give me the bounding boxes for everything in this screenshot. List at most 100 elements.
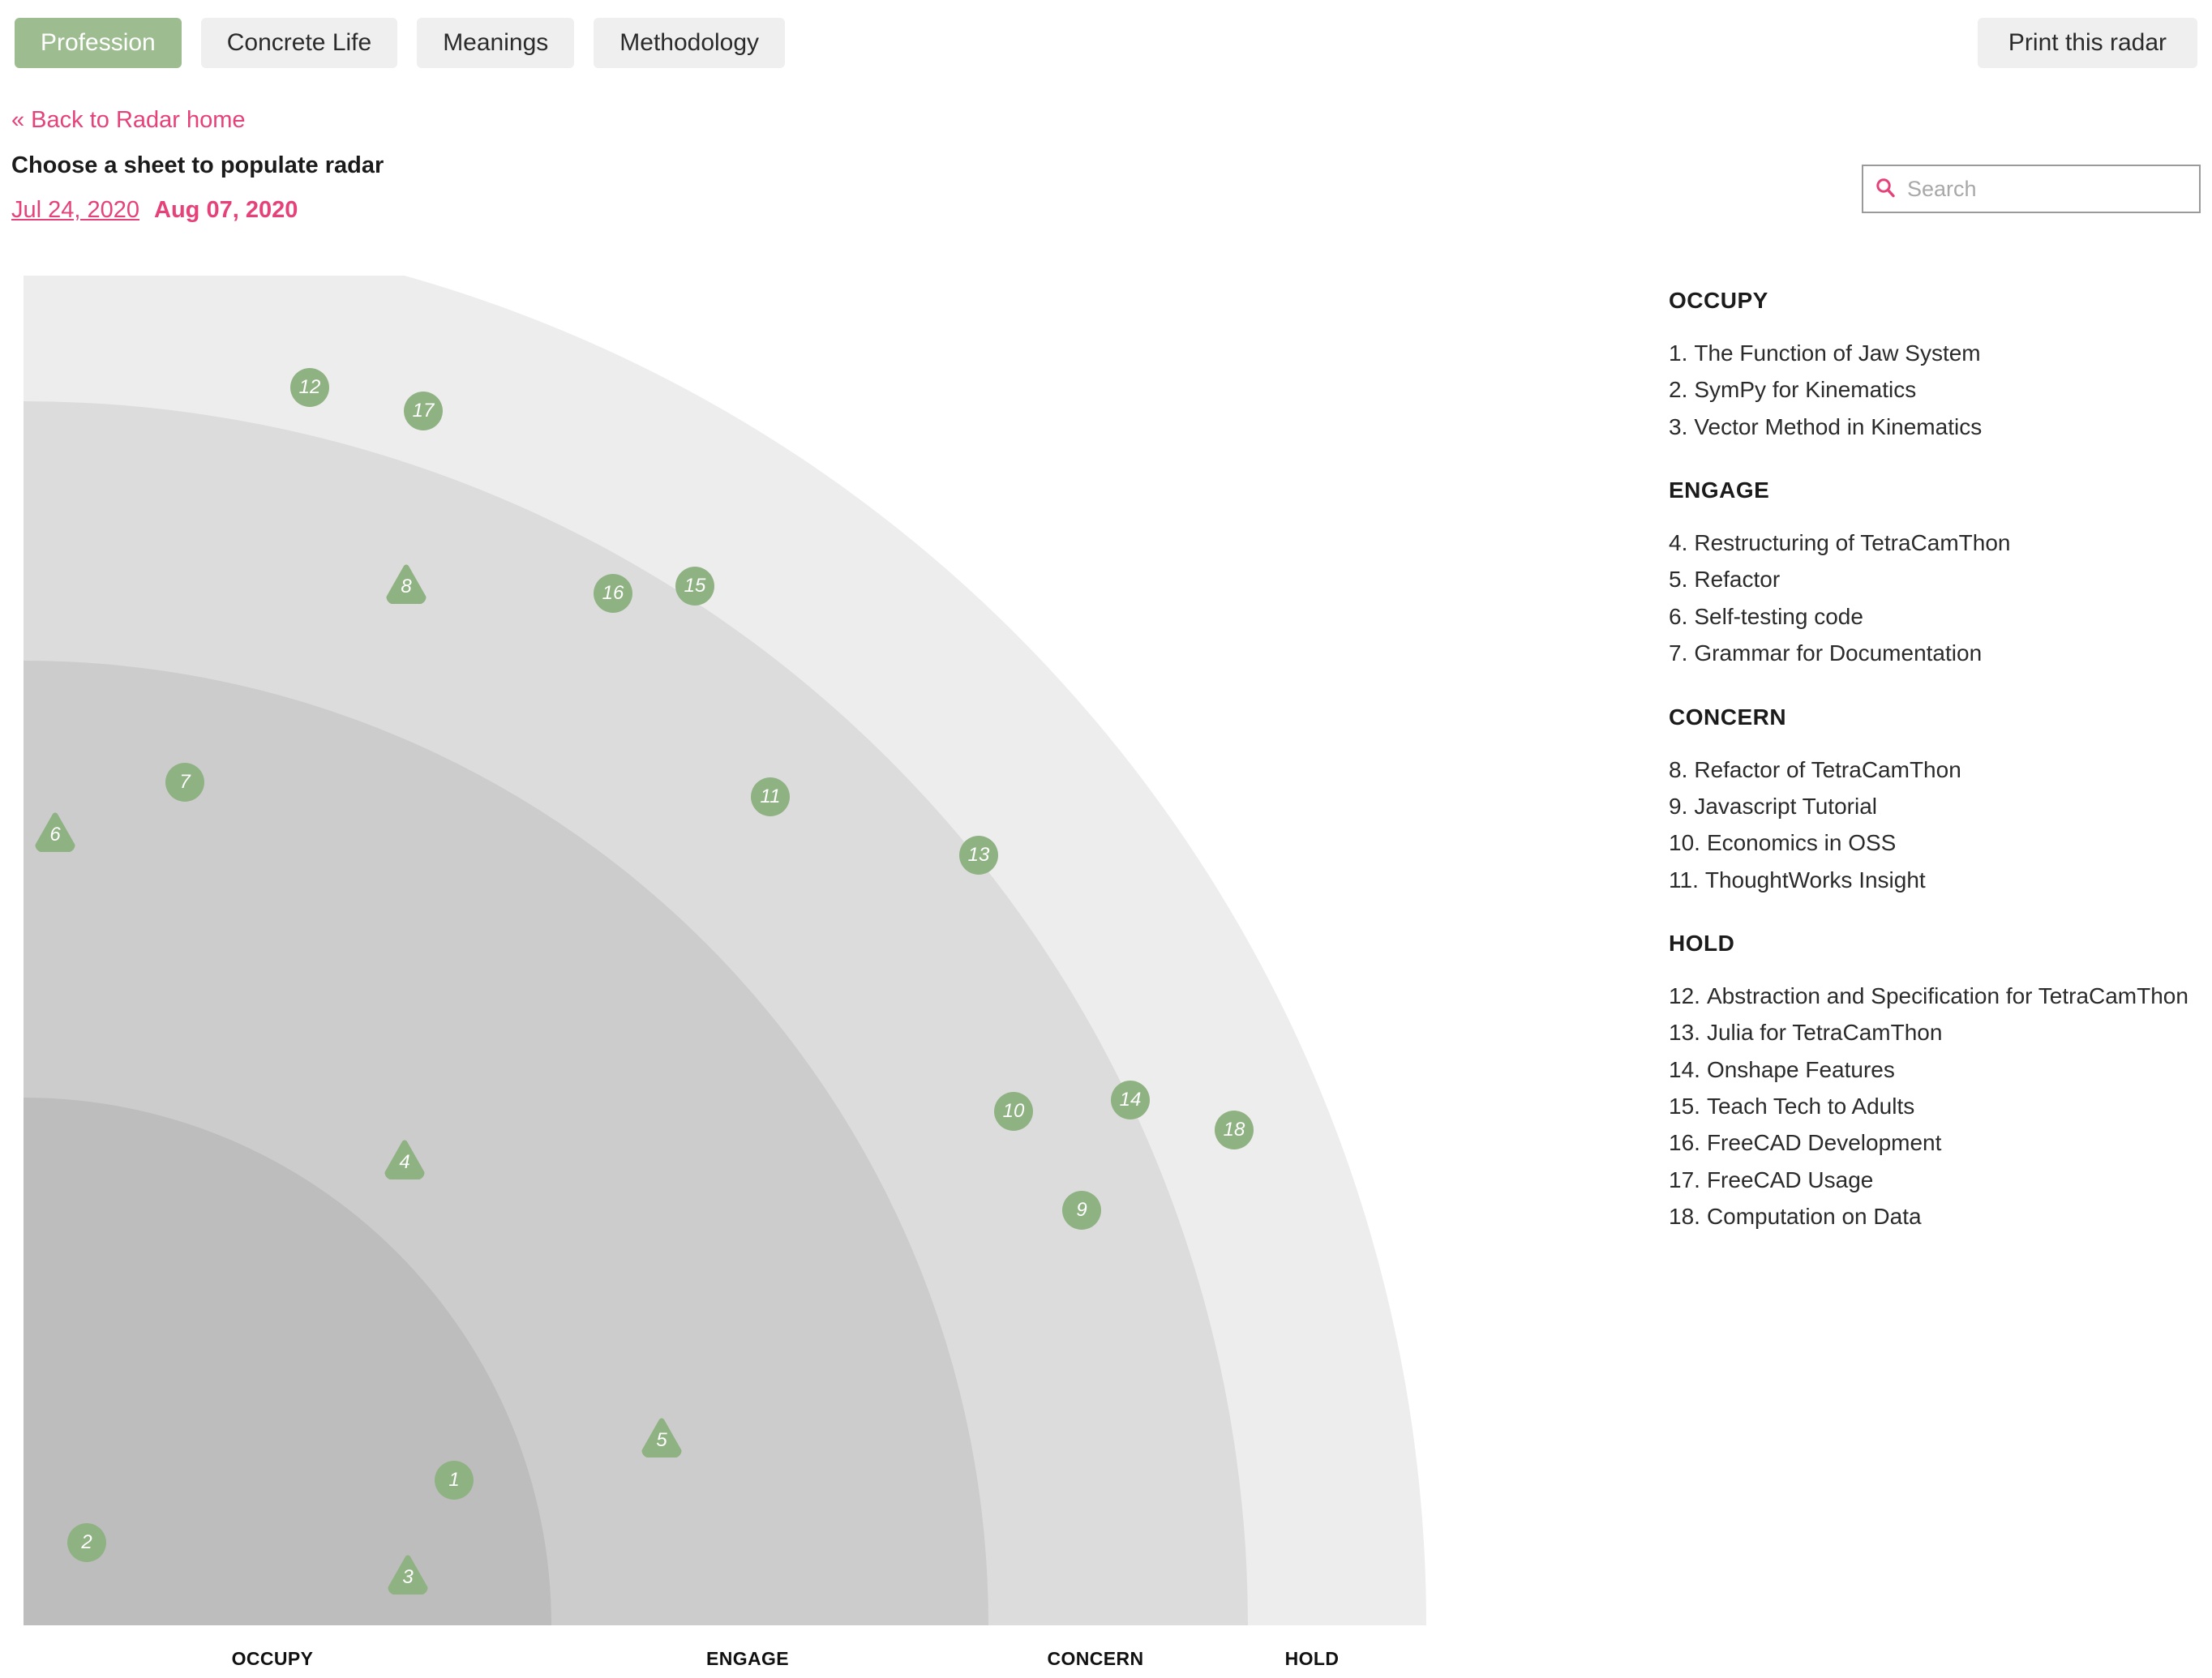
radar-blip-10[interactable]: 10 <box>993 1091 1034 1132</box>
triangle-blip-icon <box>388 1554 428 1595</box>
legend-item[interactable]: 13. Julia for TetraCamThon <box>1669 1014 2204 1051</box>
legend-item-label: Computation on Data <box>1707 1204 1922 1229</box>
sheet-tab-meanings[interactable]: Meanings <box>417 18 574 68</box>
radar-blip-15[interactable]: 15 <box>675 566 715 606</box>
legend-item[interactable]: 16.FreeCAD Development <box>1669 1124 2204 1161</box>
legend-item-index: 10. <box>1669 830 1700 855</box>
legend-item-index: 16. <box>1669 1130 1700 1155</box>
circle-blip-icon <box>165 762 205 803</box>
legend-group-concern: CONCERN 8.Refactor of TetraCamThon9.Javas… <box>1669 704 2204 898</box>
sheet-tab-profession[interactable]: Profession <box>15 18 182 68</box>
circle-blip-icon <box>289 367 330 408</box>
radar-blip-18[interactable]: 18 <box>1214 1110 1254 1150</box>
legend-item-label: Abstraction and Specification for TetraC… <box>1707 983 2188 1008</box>
print-radar-button[interactable]: Print this radar <box>1978 18 2197 68</box>
sheet-date-list: Jul 24, 2020Aug 07, 2020 <box>11 197 298 224</box>
radar-blip-6[interactable]: 6 <box>35 811 75 852</box>
circle-blip-icon <box>675 566 715 606</box>
legend-item[interactable]: 18. Computation on Data <box>1669 1198 2204 1235</box>
radar-blip-4[interactable]: 4 <box>384 1139 425 1179</box>
legend-item[interactable]: 3.Vector Method in Kinematics <box>1669 409 2204 445</box>
choose-sheet-prompt: Choose a sheet to populate radar <box>11 152 384 179</box>
legend-item-index: 11. <box>1669 867 1699 893</box>
sheet-date-link[interactable]: Jul 24, 2020 <box>11 197 139 224</box>
circle-blip-icon <box>1214 1110 1254 1150</box>
legend-item[interactable]: 4.Restructuring of TetraCamThon <box>1669 524 2204 561</box>
legend-item-index: 15. <box>1669 1094 1700 1119</box>
circle-blip-icon <box>958 835 999 875</box>
sheet-tab-list: Profession Concrete Life Meanings Methodolo… <box>0 0 785 68</box>
legend-item[interactable]: 14.Onshape Features <box>1669 1051 2204 1088</box>
search-input[interactable] <box>1905 176 2196 203</box>
legend-item[interactable]: 8.Refactor of TetraCamThon <box>1669 751 2204 788</box>
legend-item-index: 2. <box>1669 377 1687 402</box>
legend-item[interactable]: 6. Self-testing code <box>1669 598 2204 635</box>
legend-list: 1. The Function of Jaw System 2. SymPy for … <box>1669 335 2204 445</box>
radar-blip-16[interactable]: 16 <box>593 573 633 614</box>
legend-item[interactable]: 15.Teach Tech to Adults <box>1669 1088 2204 1124</box>
radar-blip-5[interactable]: 5 <box>641 1417 682 1458</box>
radar-blip-12[interactable]: 12 <box>289 367 330 408</box>
legend-item-label: The Function of Jaw System <box>1694 340 1980 366</box>
radar-blip-9[interactable]: 9 <box>1061 1190 1102 1231</box>
radar-blip-14[interactable]: 14 <box>1110 1080 1151 1120</box>
triangle-blip-icon <box>641 1417 682 1458</box>
triangle-blip-icon <box>384 1139 425 1179</box>
legend-item-label: Refactor <box>1694 567 1780 592</box>
circle-blip-icon <box>1110 1080 1151 1120</box>
circle-blip-icon <box>66 1522 107 1563</box>
legend-item-index: 18. <box>1669 1204 1700 1229</box>
radar-blip-8[interactable]: 8 <box>386 563 427 604</box>
legend-item[interactable]: 12.Abstraction and Specification for Tet… <box>1669 978 2204 1014</box>
legend-item-label: SymPy for Kinematics <box>1694 377 1916 402</box>
legend-item-index: 7. <box>1669 640 1687 666</box>
back-to-radar-home-link[interactable]: « Back to Radar home <box>11 107 246 134</box>
legend-item-index: 17. <box>1669 1167 1700 1192</box>
legend-item-label: Self-testing code <box>1694 604 1863 629</box>
legend-item[interactable]: 9.Javascript Tutorial <box>1669 788 2204 824</box>
legend-item[interactable]: 7. Grammar for Documentation <box>1669 635 2204 671</box>
legend-group-hold: HOLD12.Abstraction and Specification for… <box>1669 931 2204 1235</box>
sheet-tab-methodology[interactable]: Methodology <box>594 18 785 68</box>
legend-heading-engage: ENGAGE <box>1669 477 2204 503</box>
ring-label-hold: HOLD <box>1285 1648 1340 1670</box>
radar-blip-7[interactable]: 7 <box>165 762 205 803</box>
legend-item[interactable]: 11.ThoughtWorks Insight <box>1669 862 2204 898</box>
legend-item-index: 5. <box>1669 567 1687 592</box>
top-toolbar: Profession Concrete Life Meanings Methodolo… <box>0 0 2212 81</box>
radar-blip-11[interactable]: 11 <box>750 777 791 817</box>
radar-rings <box>0 276 1427 1678</box>
ring-label-engage: ENGAGE <box>706 1648 789 1670</box>
legend-item-label: Julia for TetraCamThon <box>1707 1020 1943 1045</box>
legend-item-index: 13. <box>1669 1020 1700 1045</box>
search-box[interactable] <box>1862 165 2201 213</box>
circle-blip-icon <box>593 573 633 614</box>
legend-item-index: 4. <box>1669 530 1687 555</box>
legend-item-label: Vector Method in Kinematics <box>1694 414 1982 439</box>
legend-item[interactable]: 5. Refactor <box>1669 561 2204 597</box>
legend-item[interactable]: 17. FreeCAD Usage <box>1669 1162 2204 1198</box>
circle-blip-icon <box>1061 1190 1102 1231</box>
legend-heading-concern: CONCERN <box>1669 704 2204 730</box>
legend-item-index: 1. <box>1669 340 1687 366</box>
legend-item[interactable]: 1. The Function of Jaw System <box>1669 335 2204 371</box>
legend-item[interactable]: 10.Economics in OSS <box>1669 824 2204 861</box>
legend-item-label: Javascript Tutorial <box>1694 794 1877 819</box>
legend-group-occupy: OCCUPY1.The Function of Jaw System2.SymP… <box>1669 288 2204 445</box>
radar-blip-17[interactable]: 17 <box>403 391 444 431</box>
legend-item-index: 6. <box>1669 604 1687 629</box>
radar-chart: 123456789101112131415161718 OCCUPYENGAGE… <box>0 276 1427 1678</box>
legend-list: 4.Restructuring of TetraCamThon 5. Refacto… <box>1669 524 2204 671</box>
radar-blip-1[interactable]: 1 <box>434 1460 474 1500</box>
legend-item-label: Onshape Features <box>1707 1057 1895 1082</box>
legend-list: 8.Refactor of TetraCamThon9.Javascript T… <box>1669 751 2204 898</box>
radar-blip-2[interactable]: 2 <box>66 1522 107 1563</box>
triangle-blip-icon <box>35 811 75 852</box>
legend-item-label: FreeCAD Usage <box>1707 1167 1873 1192</box>
legend-group-engage: ENGAGE 4.Restructuring of TetraCamThon 5. R… <box>1669 477 2204 671</box>
legend-item-label: Grammar for Documentation <box>1694 640 1982 666</box>
radar-blip-3[interactable]: 3 <box>388 1554 428 1595</box>
legend-item[interactable]: 2. SymPy for Kinematics <box>1669 371 2204 408</box>
sheet-tab-concrete-life[interactable]: Concrete Life <box>201 18 397 68</box>
radar-blip-13[interactable]: 13 <box>958 835 999 875</box>
